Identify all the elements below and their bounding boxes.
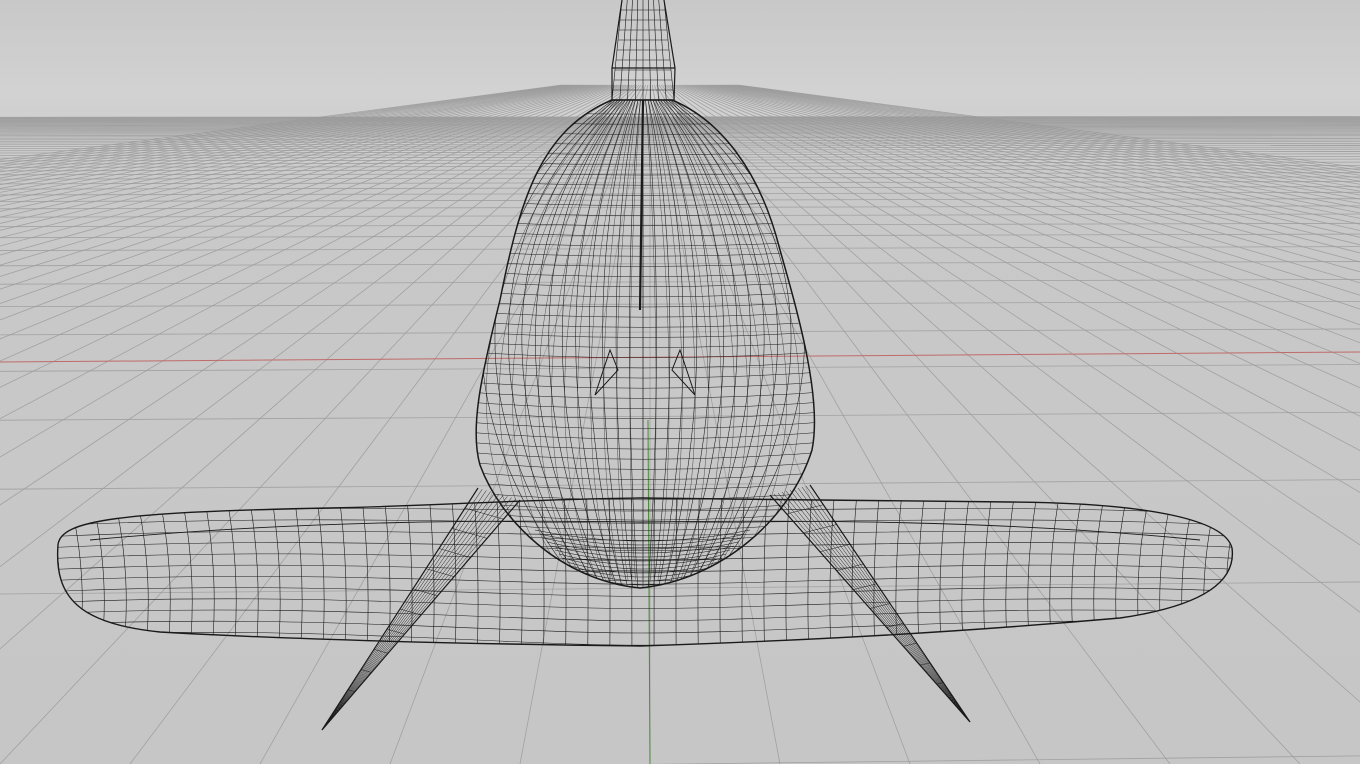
3d-viewport[interactable] [0, 0, 1360, 764]
viewport-canvas[interactable] [0, 0, 1360, 764]
